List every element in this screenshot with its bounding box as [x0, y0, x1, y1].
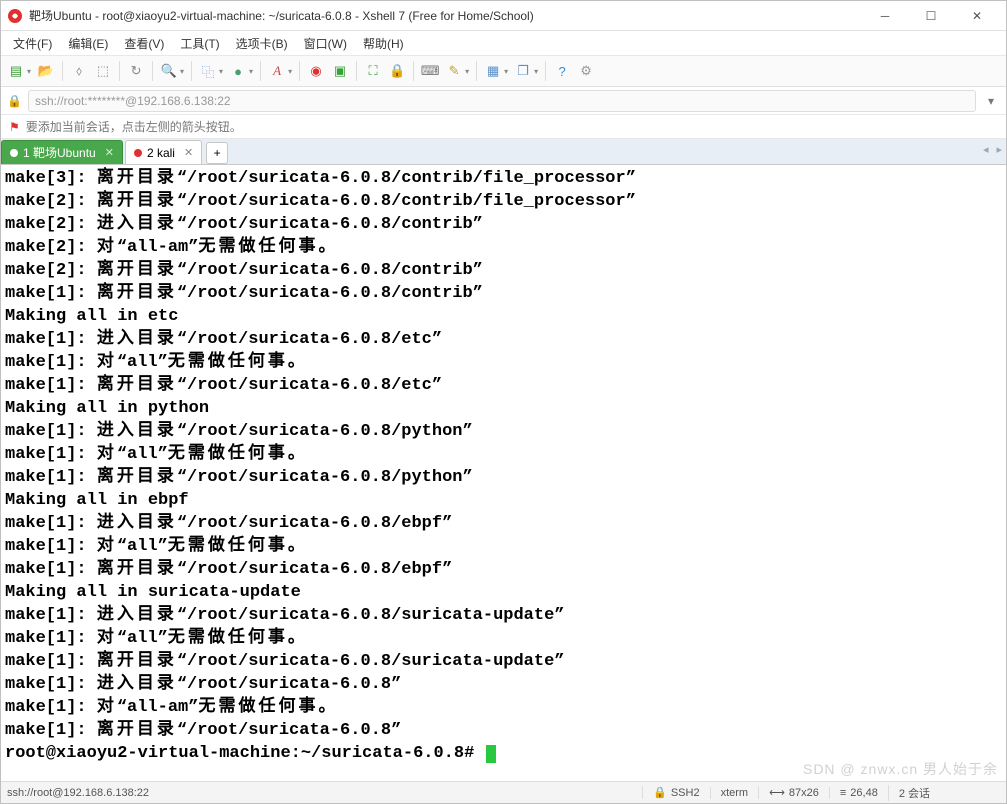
menu-view[interactable]: 查看(V) [116, 33, 172, 54]
tab-kali[interactable]: 2 kali ✕ [125, 140, 202, 164]
tab-nav: ◂ ▸ [983, 143, 1002, 156]
help-icon[interactable]: ? [551, 60, 573, 82]
menu-edit[interactable]: 编辑(E) [60, 33, 116, 54]
lock-icon[interactable]: 🔒 [386, 60, 408, 82]
menu-tools[interactable]: 工具(T) [172, 33, 227, 54]
window-controls: ─ ☐ ✕ [862, 1, 1000, 31]
flag-icon[interactable]: ⚑ [9, 120, 20, 134]
tile-icon[interactable]: ▦ [482, 60, 504, 82]
settings-icon[interactable]: ⚙ [575, 60, 597, 82]
hint-text: 要添加当前会话，点击左侧的箭头按钮。 [26, 118, 242, 135]
close-button[interactable]: ✕ [954, 1, 1000, 31]
menu-bar: 文件(F) 编辑(E) 查看(V) 工具(T) 选项卡(B) 窗口(W) 帮助(… [1, 31, 1006, 55]
font-icon[interactable]: A [266, 60, 288, 82]
address-dropdown-icon[interactable]: ▾ [982, 94, 1000, 108]
status-bar: ssh://root@192.168.6.138:22 🔒SSH2 xterm … [1, 781, 1006, 803]
tab-prev-icon[interactable]: ◂ [983, 143, 989, 156]
tab-add-button[interactable]: + [206, 142, 228, 164]
paste-icon[interactable]: ● [227, 60, 249, 82]
cascade-icon[interactable]: ❐ [512, 60, 534, 82]
open-icon[interactable]: 📂 [35, 60, 57, 82]
terminal-prompt: root@xiaoyu2-virtual-machine:~/suricata-… [5, 742, 1002, 765]
tab-bar: 1 靶场Ubuntu ✕ 2 kali ✕ + ◂ ▸ [1, 139, 1006, 165]
toolbar: ▤▾ 📂 ⬨ ⬚ ↻ 🔍▾ ⿻▾ ●▾ A▾ ◉ ▣ ⛶ 🔒 ⌨ ✎▾ ▦▾ ❐… [1, 55, 1006, 87]
menu-tab[interactable]: 选项卡(B) [228, 33, 296, 54]
address-input[interactable]: ssh://root:********@192.168.6.138:22 [28, 90, 976, 112]
status-size: ⟷87x26 [758, 786, 829, 799]
address-bar: 🔒 ssh://root:********@192.168.6.138:22 ▾ [1, 87, 1006, 115]
app-icon [7, 8, 23, 24]
tab-label: 1 靶场Ubuntu [23, 144, 96, 161]
fullscreen-icon[interactable]: ⛶ [362, 60, 384, 82]
disconnect-icon[interactable]: ⬚ [92, 60, 114, 82]
highlight-icon[interactable]: ✎ [443, 60, 465, 82]
maximize-button[interactable]: ☐ [908, 1, 954, 31]
copy-icon[interactable]: ⿻ [197, 60, 219, 82]
search-icon[interactable]: 🔍 [158, 60, 180, 82]
cursor [486, 745, 496, 763]
tab-close-icon[interactable]: ✕ [105, 146, 114, 159]
status-protocol: 🔒SSH2 [642, 786, 709, 799]
ssh-lock-icon: 🔒 [7, 94, 22, 108]
new-session-icon[interactable]: ▤ [5, 60, 27, 82]
status-dot-icon [134, 149, 142, 157]
status-dot-icon [10, 149, 18, 157]
menu-window[interactable]: 窗口(W) [296, 33, 355, 54]
tab-ubuntu[interactable]: 1 靶场Ubuntu ✕ [1, 140, 123, 164]
xshell-icon[interactable]: ◉ [305, 60, 327, 82]
xftp-icon[interactable]: ▣ [329, 60, 351, 82]
tab-close-icon[interactable]: ✕ [184, 146, 193, 159]
hint-bar: ⚑ 要添加当前会话，点击左侧的箭头按钮。 [1, 115, 1006, 139]
title-bar: 靶场Ubuntu - root@xiaoyu2-virtual-machine:… [1, 1, 1006, 31]
menu-help[interactable]: 帮助(H) [355, 33, 412, 54]
address-text: ssh://root:********@192.168.6.138:22 [35, 94, 231, 108]
status-term: xterm [710, 787, 759, 799]
keyboard-icon[interactable]: ⌨ [419, 60, 441, 82]
tab-next-icon[interactable]: ▸ [996, 143, 1002, 156]
reconnect-icon[interactable]: ↻ [125, 60, 147, 82]
status-position: ≡26,48 [829, 787, 888, 799]
terminal[interactable]: make[3]: 离开目录“/root/suricata-6.0.8/contr… [1, 165, 1006, 781]
window-title: 靶场Ubuntu - root@xiaoyu2-virtual-machine:… [29, 7, 862, 24]
tab-label: 2 kali [147, 146, 175, 160]
menu-file[interactable]: 文件(F) [5, 33, 60, 54]
connect-icon[interactable]: ⬨ [68, 60, 90, 82]
status-sessions: 2 会话 [888, 785, 940, 801]
minimize-button[interactable]: ─ [862, 1, 908, 31]
status-connection: ssh://root@192.168.6.138:22 [7, 787, 642, 799]
